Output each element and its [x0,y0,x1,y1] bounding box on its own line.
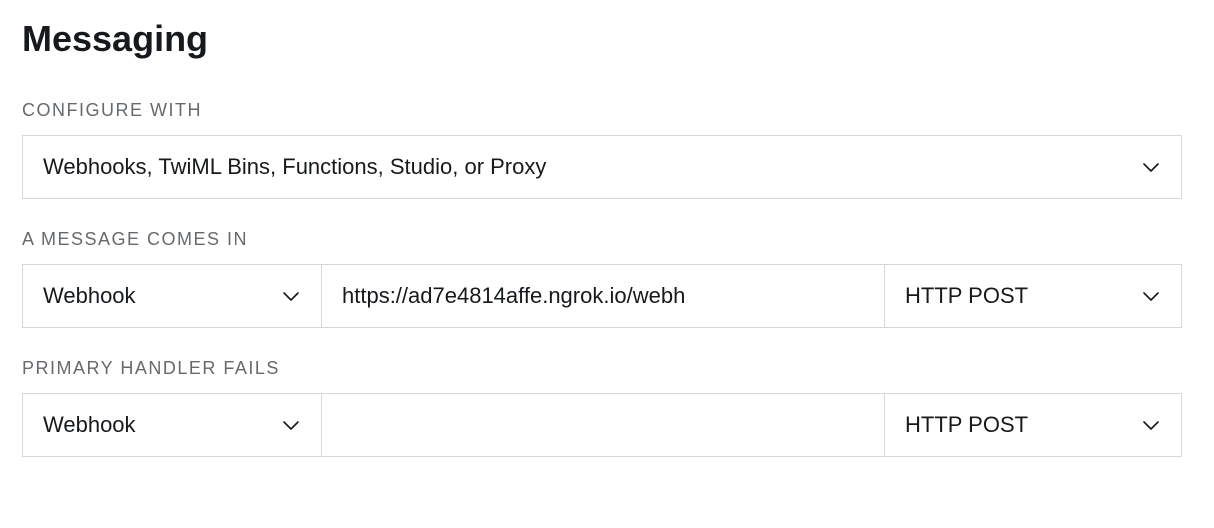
configure-with-group: CONFIGURE WITH Webhooks, TwiML Bins, Fun… [22,100,1192,199]
message-comes-in-method-value: HTTP POST [905,283,1028,309]
chevron-down-icon [279,413,303,437]
message-comes-in-type-value: Webhook [43,283,136,309]
message-comes-in-url-input[interactable] [321,264,885,328]
chevron-down-icon [1139,413,1163,437]
section-title: Messaging [22,18,1192,60]
chevron-down-icon [279,284,303,308]
primary-handler-fails-type-select[interactable]: Webhook [22,393,322,457]
primary-handler-fails-type-value: Webhook [43,412,136,438]
messaging-section: Messaging CONFIGURE WITH Webhooks, TwiML… [0,0,1214,505]
message-comes-in-label: A MESSAGE COMES IN [22,229,1192,250]
configure-with-selected-value: Webhooks, TwiML Bins, Functions, Studio,… [43,154,546,180]
configure-with-select[interactable]: Webhooks, TwiML Bins, Functions, Studio,… [22,135,1182,199]
primary-handler-fails-url-input[interactable] [321,393,885,457]
primary-handler-fails-method-select[interactable]: HTTP POST [884,393,1182,457]
message-comes-in-method-select[interactable]: HTTP POST [884,264,1182,328]
message-comes-in-type-select[interactable]: Webhook [22,264,322,328]
primary-handler-fails-group: PRIMARY HANDLER FAILS Webhook HTTP POST [22,358,1192,457]
primary-handler-fails-label: PRIMARY HANDLER FAILS [22,358,1192,379]
primary-handler-fails-method-value: HTTP POST [905,412,1028,438]
chevron-down-icon [1139,284,1163,308]
message-comes-in-group: A MESSAGE COMES IN Webhook HTTP POST [22,229,1192,328]
chevron-down-icon [1139,155,1163,179]
configure-with-label: CONFIGURE WITH [22,100,1192,121]
